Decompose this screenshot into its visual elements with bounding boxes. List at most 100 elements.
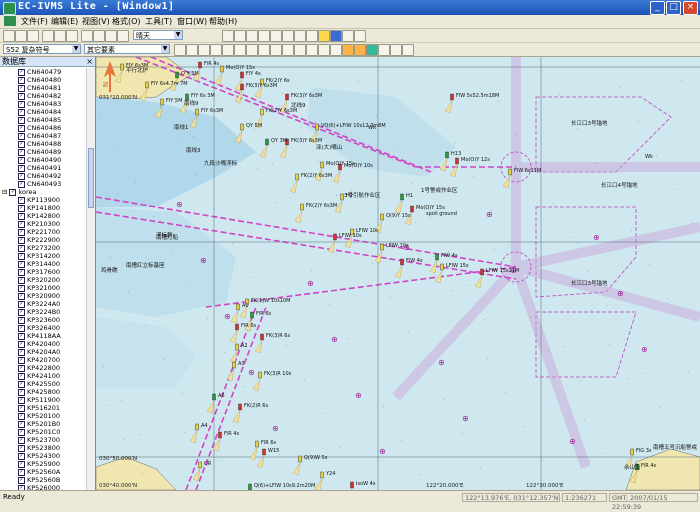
tree-item[interactable]: ✓ KP520100	[18, 412, 60, 420]
tree-item[interactable]: ✓ CN640486	[18, 124, 61, 132]
checkbox[interactable]: ✓	[18, 340, 25, 348]
ship-icon[interactable]	[222, 30, 234, 42]
buoy-mark[interactable]	[333, 233, 337, 241]
buoy-mark[interactable]	[380, 243, 384, 251]
tree-item[interactable]: ✓ KP516201	[18, 404, 60, 412]
tree-item[interactable]: ✓ CN640492	[18, 172, 61, 180]
menu-window[interactable]: 窗口(W)	[177, 16, 207, 27]
menu-help[interactable]: 帮助(H)	[209, 16, 237, 27]
checkbox[interactable]: ✓	[18, 316, 25, 324]
tree-item[interactable]: ✓ KP523800	[18, 444, 60, 452]
buoy-mark[interactable]	[258, 371, 262, 379]
buoy-mark[interactable]	[265, 138, 269, 146]
checkbox[interactable]: ✓	[18, 356, 25, 364]
buoy-mark[interactable]	[175, 71, 179, 79]
tree-item[interactable]: ✓ KP422800	[18, 364, 60, 372]
chart-canvas[interactable]: N · · · · · · · · · · · · · · · · · · · · · · · · · · · · · · · · · · · · · ·…	[96, 57, 700, 490]
night-mode-icon[interactable]	[366, 44, 378, 56]
waypoint-icon[interactable]	[246, 30, 258, 42]
checkbox[interactable]: ✓	[18, 140, 25, 148]
checkbox[interactable]: ✓	[18, 228, 25, 236]
buoy-mark[interactable]	[400, 258, 404, 266]
print-icon[interactable]	[81, 30, 93, 42]
tree-item[interactable]: ✓ KP142800	[18, 212, 60, 220]
buoy-mark[interactable]	[218, 431, 222, 439]
tree-item[interactable]: ✓ CN640488	[18, 140, 61, 148]
checkbox[interactable]: ✓	[18, 116, 25, 124]
checkbox[interactable]: ✓	[18, 164, 25, 172]
checkbox[interactable]: ✓	[18, 300, 25, 308]
buoy-mark[interactable]	[212, 393, 216, 401]
buoy-mark[interactable]	[480, 268, 484, 276]
tree-item[interactable]: ✓ CN640491	[18, 164, 61, 172]
checkbox[interactable]: ✓	[18, 76, 25, 84]
track-icon[interactable]	[258, 30, 270, 42]
tree-item[interactable]: ✓ CN640481	[18, 84, 61, 92]
tree-item[interactable]: ✓ KP425500	[18, 380, 60, 388]
weather-select[interactable]: 晴天 ▼	[133, 30, 183, 40]
buoy-mark[interactable]	[235, 323, 239, 331]
info-icon[interactable]	[318, 44, 330, 56]
new-icon[interactable]	[3, 30, 15, 42]
buoy-mark[interactable]	[295, 173, 299, 181]
checkbox[interactable]: ✓	[18, 436, 25, 444]
tree-item[interactable]: ✓ KP317600	[18, 268, 60, 276]
text-icon[interactable]	[390, 44, 402, 56]
buoy-mark[interactable]	[260, 333, 264, 341]
buoy-mark[interactable]	[120, 63, 124, 71]
tree-item[interactable]: ✓ KP222900	[18, 236, 60, 244]
alarm-icon[interactable]	[318, 30, 330, 42]
zoom-out-icon[interactable]	[186, 44, 198, 56]
buoy-mark[interactable]	[300, 203, 304, 211]
panel-scrollbar[interactable]	[86, 68, 95, 490]
checkbox[interactable]: ✓	[18, 372, 25, 380]
tree-item[interactable]: ✓ KP210300	[18, 220, 60, 228]
checkbox[interactable]: ✓	[18, 380, 25, 388]
tree-item[interactable]: ✓ KP5201C0	[18, 428, 60, 436]
checkbox[interactable]: ✓	[18, 332, 25, 340]
tree-item[interactable]: ✓ KP314400	[18, 260, 60, 268]
tree-item[interactable]: ✓ CN640487	[18, 132, 61, 140]
checkbox[interactable]: ✓	[18, 196, 25, 204]
checkbox[interactable]: ✓	[18, 460, 25, 468]
tree-item[interactable]: ✓ KP323600	[18, 316, 60, 324]
checkbox[interactable]: ✓	[18, 124, 25, 132]
checkbox[interactable]: ✓	[18, 292, 25, 300]
preview-icon[interactable]	[93, 30, 105, 42]
tree-item[interactable]: ✓ KP113900	[18, 196, 60, 204]
buoy-mark[interactable]	[220, 65, 224, 73]
checkbox[interactable]: ✓	[18, 252, 25, 260]
checkbox[interactable]: ✓	[18, 412, 25, 420]
zoom-full-icon[interactable]	[282, 44, 294, 56]
tree-item[interactable]: ✓ KP5201B0	[18, 420, 60, 428]
buoy-mark[interactable]	[435, 253, 439, 261]
center-icon[interactable]	[222, 44, 234, 56]
buoy-mark[interactable]	[198, 61, 202, 69]
tree-item[interactable]: ✓ KP52560B	[18, 476, 60, 484]
tree-item[interactable]: ✓ CN640482	[18, 92, 61, 100]
checkbox[interactable]: ✓	[18, 244, 25, 252]
tree-item[interactable]: ✓ CN640480	[18, 76, 61, 84]
buoy-mark[interactable]	[262, 448, 266, 456]
buoy-mark[interactable]	[145, 81, 149, 89]
tree-item[interactable]: ✓ KP3224A0	[18, 300, 60, 308]
buoy-mark[interactable]	[240, 83, 244, 91]
measure-icon[interactable]	[270, 30, 282, 42]
settings-icon[interactable]	[354, 30, 366, 42]
checkbox[interactable]: ✓	[18, 132, 25, 140]
checkbox[interactable]: ✓	[9, 188, 17, 196]
tree-item[interactable]: ✓ KP525900	[18, 460, 60, 468]
checkbox[interactable]: ✓	[18, 468, 25, 476]
buoy-mark[interactable]	[320, 471, 324, 479]
close-button[interactable]: ×	[683, 1, 698, 15]
tree-item[interactable]: ✓ CN640483	[18, 100, 61, 108]
buoy-mark[interactable]	[198, 461, 202, 469]
checkbox[interactable]: ✓	[18, 172, 25, 180]
buoy-mark[interactable]	[298, 455, 302, 463]
buoy-mark[interactable]	[195, 423, 199, 431]
tree-item[interactable]: ✓ CN640489	[18, 148, 61, 156]
tree-item[interactable]: ✓ CN640479	[18, 68, 61, 76]
buoy-mark[interactable]	[350, 481, 354, 489]
tree-item[interactable]: ✓ KP3224B0	[18, 308, 60, 316]
checkbox[interactable]: ✓	[18, 308, 25, 316]
